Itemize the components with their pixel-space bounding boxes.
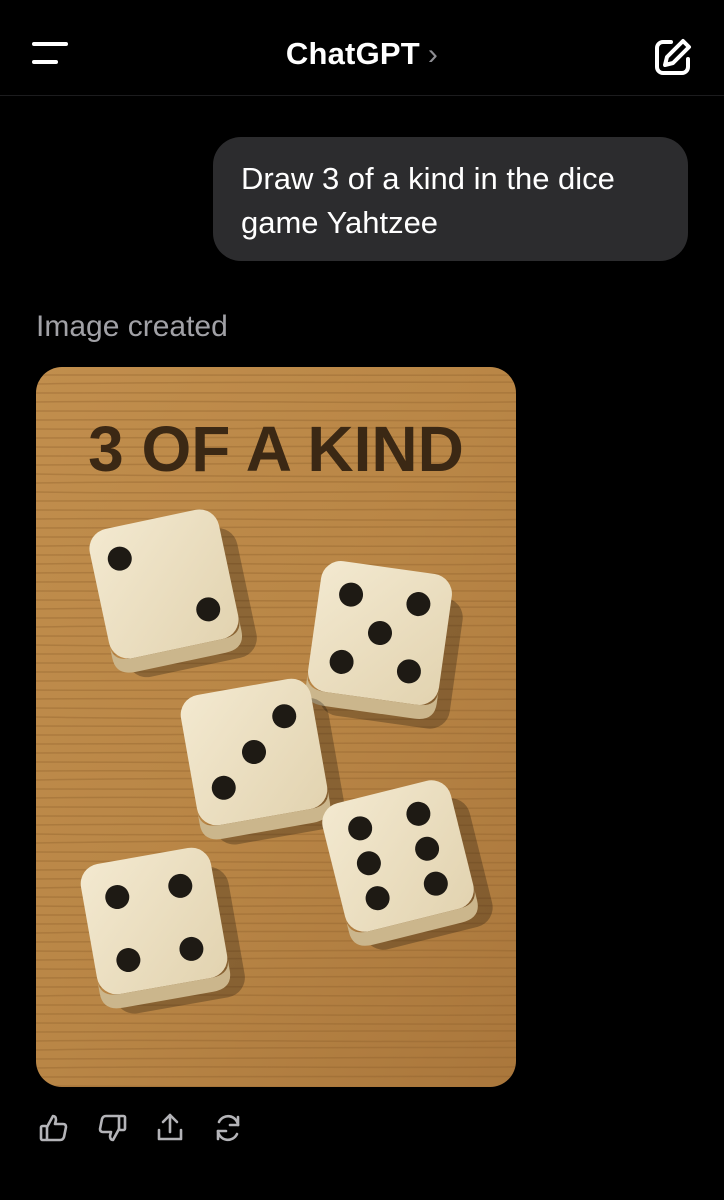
- image-created-label: Image created: [36, 310, 228, 343]
- die-five: [305, 561, 463, 729]
- app-title: ChatGPT: [285, 36, 420, 71]
- wood-grain-line: [36, 508, 516, 512]
- user-message-bubble: Draw 3 of a kind in the dice game Yahtze…: [213, 137, 688, 261]
- thumbs-up-icon[interactable]: [38, 1112, 78, 1152]
- share-icon[interactable]: [154, 1112, 194, 1152]
- regenerate-icon[interactable]: [212, 1112, 252, 1152]
- compose-icon[interactable]: [652, 36, 694, 78]
- thumbs-down-icon[interactable]: [96, 1112, 136, 1152]
- wood-grain-line: [36, 1075, 516, 1078]
- chevron-right-icon: ›: [427, 38, 439, 71]
- top-bar: ChatGPT ›: [0, 0, 724, 96]
- image-heading: 3 OF A KIND: [88, 413, 464, 485]
- generated-image[interactable]: 3 OF A KIND: [36, 367, 516, 1087]
- page-title[interactable]: ChatGPT ›: [0, 36, 724, 72]
